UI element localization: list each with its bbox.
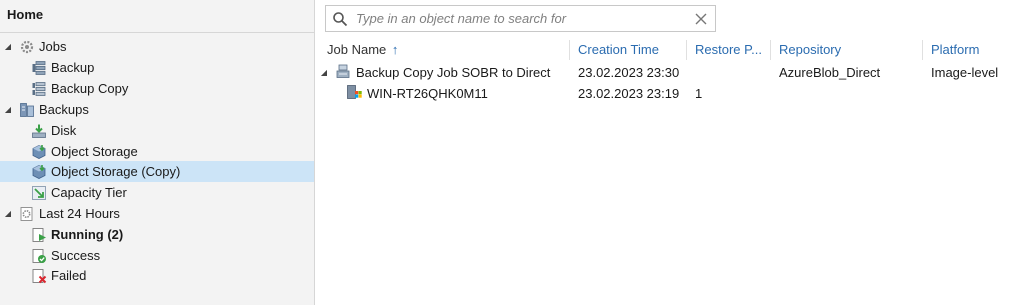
- backup-copy-job-icon: [336, 64, 350, 78]
- capacity-tier-icon: [32, 185, 46, 200]
- column-header-label: Job Name: [327, 42, 387, 57]
- disk-icon: [32, 124, 46, 138]
- tree-node-label: Object Storage (Copy): [51, 164, 181, 179]
- column-header-repository[interactable]: Repository: [779, 42, 841, 58]
- cell-repository: AzureBlob_Direct: [779, 65, 881, 80]
- cell-creation-time: 23.02.2023 23:30: [578, 65, 680, 80]
- tree-node-disk[interactable]: Disk: [31, 120, 76, 141]
- windows-server-icon: [347, 85, 362, 99]
- column-header-restore-points[interactable]: Restore P...: [695, 42, 762, 58]
- expand-caret-icon[interactable]: ◢: [3, 105, 13, 114]
- tree-node-label: Jobs: [39, 39, 67, 54]
- tree-node-jobs[interactable]: Jobs: [19, 36, 66, 57]
- tree-node-label: Disk: [51, 123, 77, 138]
- content-pane: Job Name ↑ Creation Time Restore P... Re…: [316, 0, 1024, 305]
- column-divider[interactable]: [770, 40, 771, 60]
- tree-node-label: Last 24 Hours: [39, 206, 120, 221]
- tree-node-label: Backup: [51, 60, 95, 75]
- tree-node-backup[interactable]: Backup: [31, 57, 94, 78]
- tree-node-label: Success: [51, 248, 101, 263]
- tree-node-running[interactable]: Running (2): [31, 224, 123, 245]
- tree-node-label: Object Storage: [51, 144, 138, 159]
- clear-search-icon[interactable]: [694, 12, 708, 26]
- navigation-pane: Home ◢ Jobs Backup Backup Copy ◢ Backups…: [0, 0, 315, 305]
- search-input[interactable]: [354, 10, 694, 27]
- backups-storage-icon: [20, 102, 34, 117]
- pane-divider: [0, 32, 314, 33]
- column-header-job-name[interactable]: Job Name ↑: [327, 42, 398, 58]
- running-icon: [32, 227, 46, 242]
- tree-node-backup-copy[interactable]: Backup Copy: [31, 78, 128, 99]
- column-divider[interactable]: [569, 40, 570, 60]
- cell-job-name: Backup Copy Job SOBR to Direct: [356, 65, 551, 80]
- cell-creation-time: 23.02.2023 23:19: [578, 86, 680, 101]
- failed-icon: [32, 268, 47, 283]
- expand-caret-icon[interactable]: ◢: [319, 68, 329, 77]
- last-24-hours-icon: [20, 206, 33, 221]
- tree-node-label: Failed: [51, 268, 87, 283]
- cell-platform: Image-level: [931, 65, 999, 80]
- column-header-platform[interactable]: Platform: [931, 42, 979, 58]
- column-divider[interactable]: [686, 40, 687, 60]
- success-icon: [32, 248, 46, 263]
- search-box: [325, 5, 716, 32]
- column-header-creation-time[interactable]: Creation Time: [578, 42, 659, 58]
- cell-restore-points: 1: [695, 86, 703, 101]
- backup-job-icon: [32, 60, 46, 75]
- tree-node-failed[interactable]: Failed: [31, 265, 86, 286]
- object-storage-copy-icon: [32, 164, 46, 179]
- backup-copy-job-icon: [32, 81, 46, 96]
- tree-node-label: Backup Copy: [51, 81, 129, 96]
- tree-node-capacity-tier[interactable]: Capacity Tier: [31, 182, 127, 203]
- tree-node-object-storage[interactable]: Object Storage: [31, 141, 138, 162]
- column-divider[interactable]: [922, 40, 923, 60]
- tree-node-label: Backups: [39, 102, 89, 117]
- search-icon: [333, 11, 348, 26]
- tree-node-backups[interactable]: Backups: [19, 99, 89, 120]
- object-storage-icon: [32, 144, 46, 159]
- tree-node-success[interactable]: Success: [31, 245, 100, 266]
- jobs-gear-icon: [20, 40, 34, 53]
- expand-caret-icon[interactable]: ◢: [3, 209, 13, 218]
- sort-ascending-icon: ↑: [391, 42, 399, 57]
- cell-job-name: WIN-RT26QHK0M11: [367, 86, 488, 101]
- tree-node-label: Running (2): [51, 227, 124, 242]
- tree-node-object-storage-copy[interactable]: Object Storage (Copy): [0, 161, 314, 182]
- tree-node-label: Capacity Tier: [51, 185, 127, 200]
- pane-title: Home: [7, 7, 44, 22]
- expand-caret-icon[interactable]: ◢: [3, 42, 13, 51]
- tree-node-last-24-hours[interactable]: Last 24 Hours: [19, 203, 120, 224]
